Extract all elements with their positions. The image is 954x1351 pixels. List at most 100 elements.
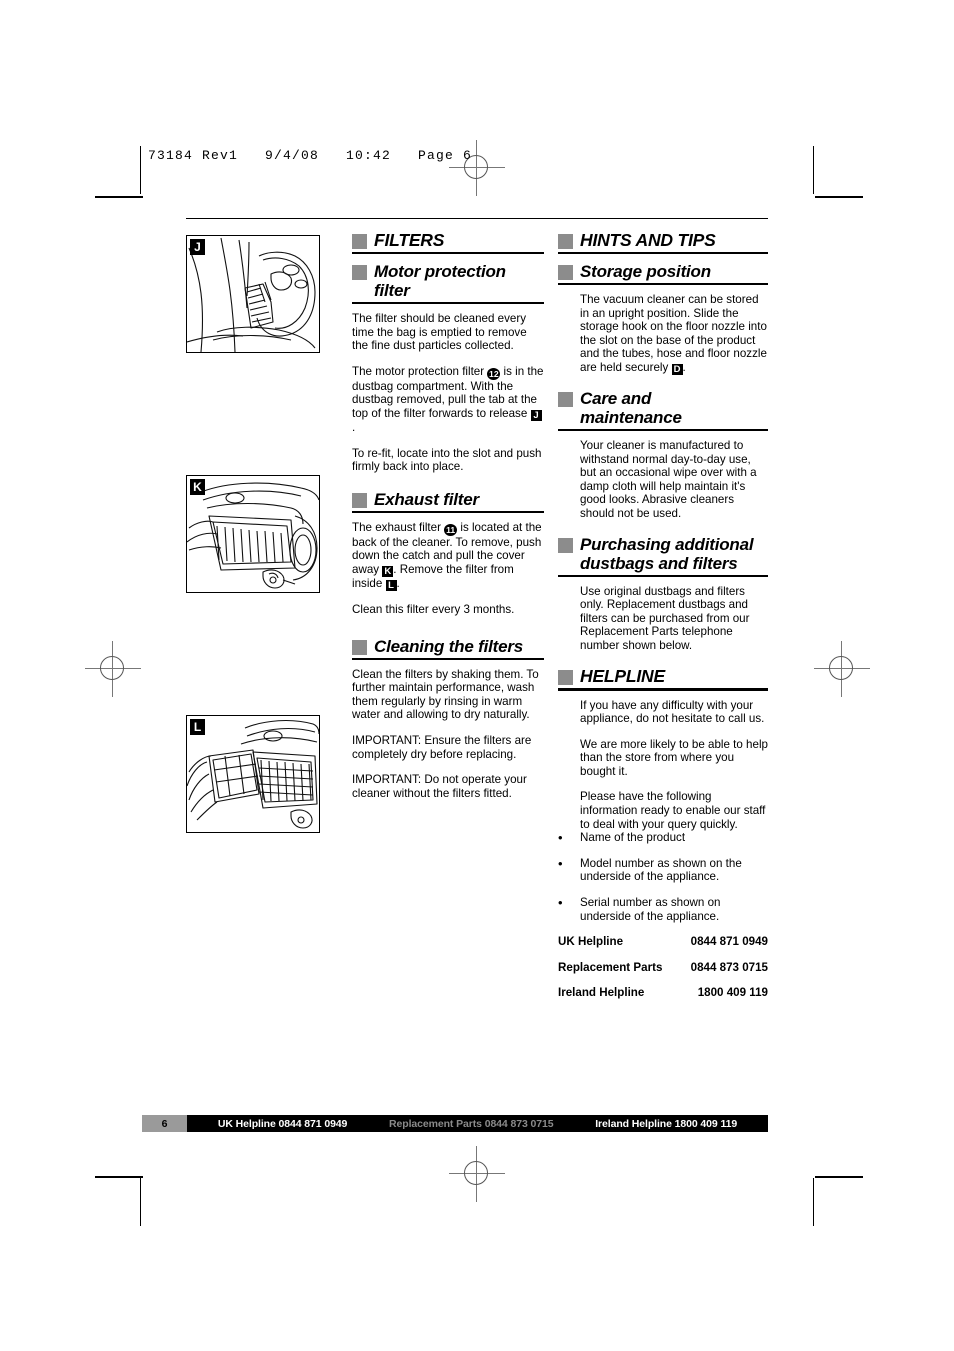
contact-label: Replacement Parts [558,960,663,974]
heading-rule-filters [352,252,544,254]
paragraph-helpline-1: If you have any difficulty with your app… [580,698,765,726]
section-helpline: HELPLINE If you have any difficulty with… [558,666,768,1001]
heading-rule-storage-position [558,283,768,285]
page-footer: 6 UK Helpline 0844 871 0949 Replacement … [142,1115,768,1132]
list-item: • Name of the product [558,831,768,845]
heading-exhaust-filter: Exhaust filter [352,490,544,509]
registration-target-right [814,641,870,697]
crop-mark-bottom-right-horizontal [815,1176,863,1178]
crop-mark-bottom-left-horizontal [95,1176,143,1178]
bullet-dot-icon: • [558,855,563,871]
figure-l: L [186,715,320,833]
heading-storage-position: Storage position [558,262,768,281]
registration-target-bottom [449,1146,505,1202]
heading-bullet-icon [352,639,367,655]
table-row: UK Helpline 0844 871 0949 [558,935,768,949]
figure-k: K [186,475,320,593]
list-item-label: Serial number as shown on underside of t… [580,896,721,923]
left-column: J K L FILTERS Motor protection filter Th… [186,231,544,1012]
top-divider-rule [186,218,768,219]
page-content: J K L FILTERS Motor protection filter Th… [186,218,768,1012]
contact-number: 0844 873 0715 [690,960,768,974]
heading-rule-motor-protection-filter [352,302,544,304]
right-column: HINTS AND TIPS Storage position The vacu… [558,231,768,1012]
paragraph-cleaning-2: IMPORTANT: Ensure the filters are comple… [352,733,532,761]
figure-label-j: J [190,239,205,255]
section-hints-and-tips: HINTS AND TIPS [558,231,768,254]
heading-purchasing-dustbags-and-filters: Purchasing additional dustbags and filte… [558,535,768,573]
reference-badge-d-icon: D [671,363,683,375]
list-item-label: Name of the product [580,831,686,845]
paragraph-helpline-2: We are more likely to be able to help th… [580,737,768,778]
registration-target-left [85,641,141,697]
heading-bullet-icon [558,669,573,685]
heading-bullet-icon [352,234,367,249]
paragraph-storage-1: The vacuum cleaner can be stored in an u… [580,293,768,375]
heading-bullet-icon [558,391,573,407]
crop-mark-bottom-left-vertical [140,1178,141,1226]
reference-badge-12-icon: 12 [487,367,501,380]
contact-numbers-table: UK Helpline 0844 871 0949 Replacement Pa… [558,935,768,1000]
footer-contact-bar: UK Helpline 0844 871 0949 Replacement Pa… [187,1115,768,1132]
paragraph-purchasing-1: Use original dustbags and filters only. … [580,584,750,652]
paragraph-motor-2: The motor protection filter 12 is in the… [352,365,544,435]
crop-mark-top-right-horizontal [815,196,863,198]
exhaust-p1-part-a: The exhaust filter [352,520,445,534]
section-exhaust-filter: Exhaust filter The exhaust filter 11 is … [352,490,544,617]
heading-rule-exhaust-filter [352,510,544,513]
heading-purchasing-line-2: dustbags and filters [580,553,738,573]
reference-badge-l-icon: L [385,579,397,591]
contact-label: UK Helpline [558,935,624,949]
section-cleaning-the-filters: Cleaning the filters Clean the filters b… [352,637,544,801]
heading-hints-and-tips: HINTS AND TIPS [558,231,768,250]
crop-mark-bottom-right-vertical [813,1178,814,1226]
reference-badge-11-icon: 11 [444,523,458,536]
section-purchasing-dustbags-and-filters: Purchasing additional dustbags and filte… [558,535,768,653]
figure-j: J [186,235,320,353]
paragraph-cleaning-1: Clean the filters by shaking them. To fu… [352,667,539,722]
heading-bullet-icon [558,265,573,280]
list-item: • Serial number as shown on underside of… [558,896,768,923]
figure-label-l: L [190,719,205,735]
storage-part-a: The vacuum cleaner can be stored in an u… [580,293,767,374]
heading-bullet-icon [558,234,573,249]
crop-mark-top-left-vertical [140,146,141,194]
exhaust-p1-part-d: . [396,576,400,590]
heading-purchasing-line-1: Purchasing additional [580,534,754,554]
section-motor-protection-filter: Motor protection filter The filter shoul… [352,262,544,474]
figure-strip: J K L [186,231,324,833]
section-filters: FILTERS [352,231,544,254]
prepress-header: 73184 Rev1 9/4/08 10:42 Page 6 [148,148,473,163]
table-row: Ireland Helpline 1800 409 119 [558,986,768,1000]
paragraph-care-1: Your cleaner is manufactured to withstan… [580,438,757,520]
contact-number: 0844 871 0949 [690,935,768,949]
heading-care-line-2: maintenance [580,407,682,427]
paragraph-motor-1: The filter should be cleaned every time … [352,312,527,353]
heading-motor-protection-filter: Motor protection filter [352,262,544,300]
reference-badge-j-icon: J [530,409,542,421]
heading-cleaning-the-filters: Cleaning the filters [352,637,544,656]
section-care-and-maintenance: Care and maintenance Your cleaner is man… [558,389,768,521]
paragraph-exhaust-1: The exhaust filter 11 is located at the … [352,521,544,591]
heading-care-and-maintenance: Care and maintenance [558,389,768,427]
reference-badge-k-icon: K [382,565,394,577]
heading-filters: FILTERS [352,231,544,250]
heading-bullet-icon [352,265,367,280]
section-storage-position: Storage position The vacuum cleaner can … [558,262,768,375]
paragraph-motor-3: To re-fit, locate into the slot and push… [352,446,542,474]
two-column-layout: J K L FILTERS Motor protection filter Th… [186,231,768,1012]
helpline-info-list: • Name of the product • Model number as … [558,831,768,923]
heading-care-line-1: Care and [580,388,652,408]
list-item: • Model number as shown on the underside… [558,855,768,884]
crop-mark-top-right-vertical [813,146,814,194]
figure-label-k: K [190,479,205,495]
heading-bullet-icon [352,492,367,508]
left-text-column: FILTERS Motor protection filter The filt… [352,231,544,833]
heading-rule-purchasing [558,574,768,577]
paragraph-exhaust-2: Clean this filter every 3 months. [352,602,515,616]
table-row: Replacement Parts 0844 873 0715 [558,961,768,975]
storage-part-b: . [682,360,686,374]
contact-number: 1800 409 119 [697,986,768,1000]
motor-p2-part-a: The motor protection filter [352,364,488,378]
contact-label: Ireland Helpline [558,986,645,1000]
